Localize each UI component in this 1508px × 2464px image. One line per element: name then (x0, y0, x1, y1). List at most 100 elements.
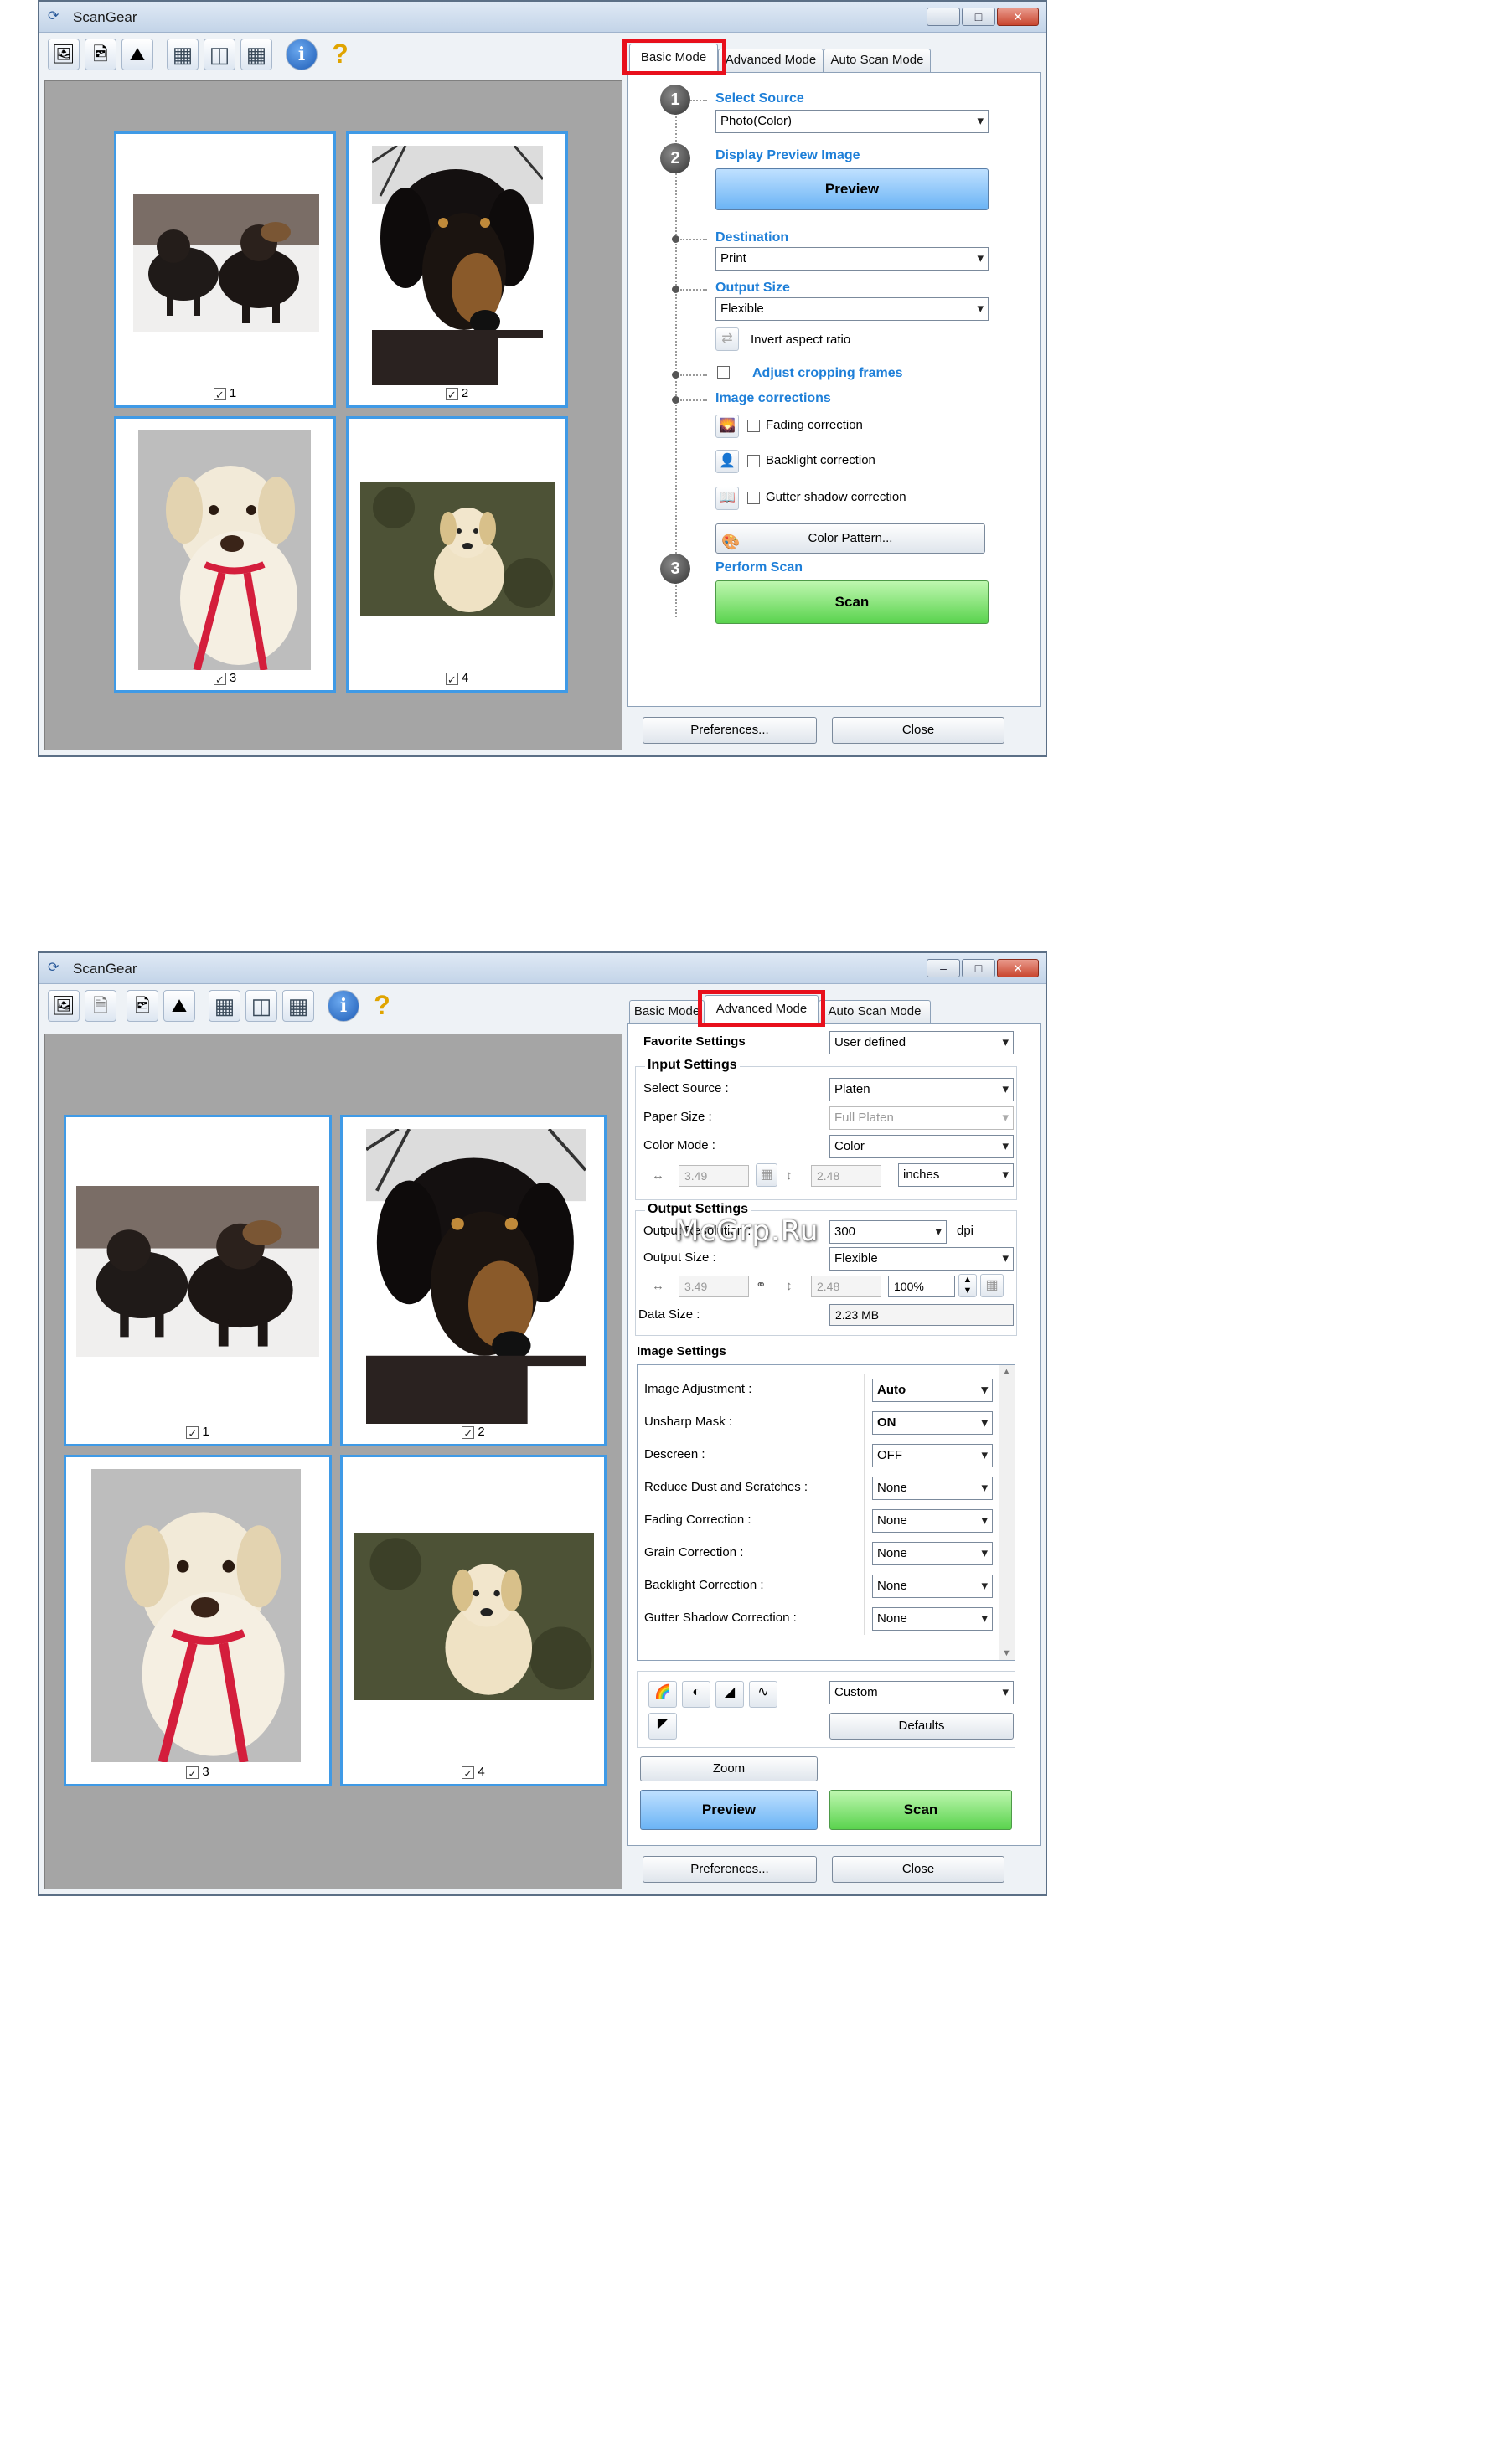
rotate-left-icon[interactable]: 🖼 (48, 39, 80, 70)
scan-button[interactable]: Scan (715, 580, 989, 624)
histogram-icon[interactable]: ◢ (715, 1681, 744, 1708)
color-mode-dropdown[interactable]: Color (829, 1135, 1014, 1158)
output-resolution-dropdown[interactable]: 300 (829, 1220, 947, 1244)
fit-size-icon[interactable]: ▦ (980, 1274, 1004, 1297)
tab-basic-mode[interactable]: Basic Mode (629, 44, 718, 72)
image-setting-dropdown[interactable]: ON (872, 1411, 993, 1435)
select-all-frames-icon[interactable]: ▦ (209, 990, 240, 1022)
preview-area[interactable]: ✓ 1 ✓ 2 ✓ 3 ✓ 4 (44, 80, 622, 750)
units-dropdown[interactable]: inches (898, 1163, 1014, 1187)
remove-frame-icon[interactable]: ◫ (204, 39, 235, 70)
image-settings-scrollbar[interactable]: ▲ ▼ (999, 1365, 1015, 1660)
help-icon[interactable]: ? (324, 39, 356, 70)
close-button[interactable]: Close (832, 1856, 1004, 1883)
scale-field[interactable]: 100% (888, 1276, 955, 1297)
tab-auto-scan-mode[interactable]: Auto Scan Mode (824, 49, 931, 72)
input-height-field[interactable]: 2.48 (811, 1165, 881, 1187)
threshold-icon[interactable]: ◤ (648, 1713, 677, 1740)
defaults-button[interactable]: Defaults (829, 1713, 1014, 1740)
rotate-left-icon[interactable]: 🖼 (48, 990, 80, 1022)
paper-size-dropdown[interactable]: Full Platen (829, 1106, 1014, 1130)
image-setting-dropdown[interactable]: None (872, 1575, 993, 1598)
help-icon[interactable]: ? (366, 990, 398, 1022)
info-icon[interactable]: i (286, 39, 318, 70)
scale-spinner-icon[interactable]: ▲ ▼ (958, 1274, 977, 1297)
output-size-dropdown[interactable]: Flexible (829, 1247, 1014, 1271)
adjust-frames-checkbox[interactable] (717, 366, 730, 379)
thumbnail-checkbox-4[interactable]: ✓ (445, 672, 458, 686)
select-source-dropdown[interactable]: Photo(Color) (715, 110, 989, 133)
backlight-correction-checkbox[interactable] (747, 455, 760, 467)
thumbnail-checkbox-3[interactable]: ✓ (186, 1766, 199, 1780)
tab-advanced-mode[interactable]: Advanced Mode (718, 49, 824, 72)
thumbnail-frame-3[interactable]: ✓ 3 (114, 416, 336, 693)
fading-correction-checkbox[interactable] (747, 420, 760, 432)
preferences-button[interactable]: Preferences... (643, 1856, 817, 1883)
image-setting-dropdown[interactable]: None (872, 1607, 993, 1631)
thumbnail-frame-1[interactable]: ✓ 1 (114, 131, 336, 408)
thumbnail-checkbox-4[interactable]: ✓ (462, 1766, 475, 1780)
image-setting-dropdown[interactable]: Auto (872, 1379, 993, 1402)
scroll-down-icon[interactable]: ▼ (1002, 1648, 1011, 1658)
input-width-field[interactable]: 3.49 (679, 1165, 749, 1187)
link-aspect-icon[interactable]: ▦ (756, 1163, 777, 1187)
thumbnail-checkbox-1[interactable]: ✓ (213, 387, 226, 401)
maximize-button[interactable]: □ (962, 8, 995, 26)
thumbnail-frame-4[interactable]: ✓ 4 (346, 416, 568, 693)
color-pattern-button[interactable]: 🎨 Color Pattern... (715, 523, 985, 554)
thumbnail-frame-1[interactable]: ✓ 1 (64, 1115, 332, 1446)
rotate-right-icon[interactable]: 🖻 (127, 990, 158, 1022)
destination-dropdown[interactable]: Print (715, 247, 989, 271)
thumbnail-frame-2[interactable]: ✓ 2 (340, 1115, 607, 1446)
invert-aspect-ratio-icon[interactable]: ⇄ (715, 327, 739, 351)
thumbnail-frame-4[interactable]: ✓ 4 (340, 1455, 607, 1786)
image-setting-dropdown[interactable]: None (872, 1509, 993, 1533)
close-window-button[interactable]: ✕ (997, 959, 1039, 977)
color-adjust-icon[interactable]: 🌈 (648, 1681, 677, 1708)
thumbnail-checkbox-3[interactable]: ✓ (213, 672, 226, 686)
thumbnail-frame-3[interactable]: ✓ 3 (64, 1455, 332, 1786)
tone-curve-icon[interactable]: ∿ (749, 1681, 777, 1708)
auto-crop-icon[interactable]: ⛰ (163, 990, 195, 1022)
favorite-settings-dropdown[interactable]: User defined (829, 1031, 1014, 1054)
image-setting-dropdown[interactable]: None (872, 1542, 993, 1565)
select-all-frames-icon[interactable]: ▦ (167, 39, 199, 70)
tab-advanced-mode[interactable]: Advanced Mode (705, 995, 819, 1023)
tab-basic-mode[interactable]: Basic Mode (629, 1000, 705, 1023)
preview-button[interactable]: Preview (715, 168, 989, 210)
brightness-contrast-icon[interactable]: ◐ (682, 1681, 710, 1708)
output-size-dropdown[interactable]: Flexible (715, 297, 989, 321)
auto-crop-icon[interactable]: ⛰ (121, 39, 153, 70)
maximize-button[interactable]: □ (962, 959, 995, 977)
select-source-dropdown[interactable]: Platen (829, 1078, 1014, 1101)
thumbnail-checkbox-2[interactable]: ✓ (445, 387, 458, 401)
minimize-button[interactable]: – (927, 8, 960, 26)
adjust-frames-title[interactable]: Adjust cropping frames (752, 366, 903, 381)
preferences-button[interactable]: Preferences... (643, 717, 817, 744)
minimize-button[interactable]: – (927, 959, 960, 977)
tab-auto-scan-mode[interactable]: Auto Scan Mode (819, 1000, 931, 1023)
remove-frame-icon[interactable]: ◫ (245, 990, 277, 1022)
gutter-shadow-checkbox[interactable] (747, 492, 760, 504)
output-width-field[interactable]: 3.49 (679, 1276, 749, 1297)
thumbnail-checkbox-1[interactable]: ✓ (186, 1425, 199, 1440)
tone-preset-dropdown[interactable]: Custom (829, 1681, 1014, 1704)
chain-link-icon[interactable]: ⚭ (756, 1277, 767, 1292)
image-setting-dropdown[interactable]: None (872, 1477, 993, 1500)
preview-area[interactable]: ✓ 1 ✓ 2 ✓ 3 ✓ 4 (44, 1034, 622, 1889)
rotate-right-icon[interactable]: 🖻 (85, 39, 116, 70)
thumbnail-frame-2[interactable]: ✓ 2 (346, 131, 568, 408)
thumbnail-checkbox-2[interactable]: ✓ (462, 1425, 475, 1440)
close-button[interactable]: Close (832, 717, 1004, 744)
output-height-field[interactable]: 2.48 (811, 1276, 881, 1297)
info-icon[interactable]: i (328, 990, 359, 1022)
preview-button[interactable]: Preview (640, 1790, 818, 1830)
thumbnail-view-icon[interactable]: ▦ (240, 39, 272, 70)
zoom-button[interactable]: Zoom (640, 1756, 818, 1781)
scroll-up-icon[interactable]: ▲ (1002, 1367, 1011, 1377)
new-document-icon[interactable]: 🗎 (85, 990, 116, 1022)
thumbnail-view-icon[interactable]: ▦ (282, 990, 314, 1022)
close-window-button[interactable]: ✕ (997, 8, 1039, 26)
scan-button[interactable]: Scan (829, 1790, 1012, 1830)
image-setting-dropdown[interactable]: OFF (872, 1444, 993, 1467)
